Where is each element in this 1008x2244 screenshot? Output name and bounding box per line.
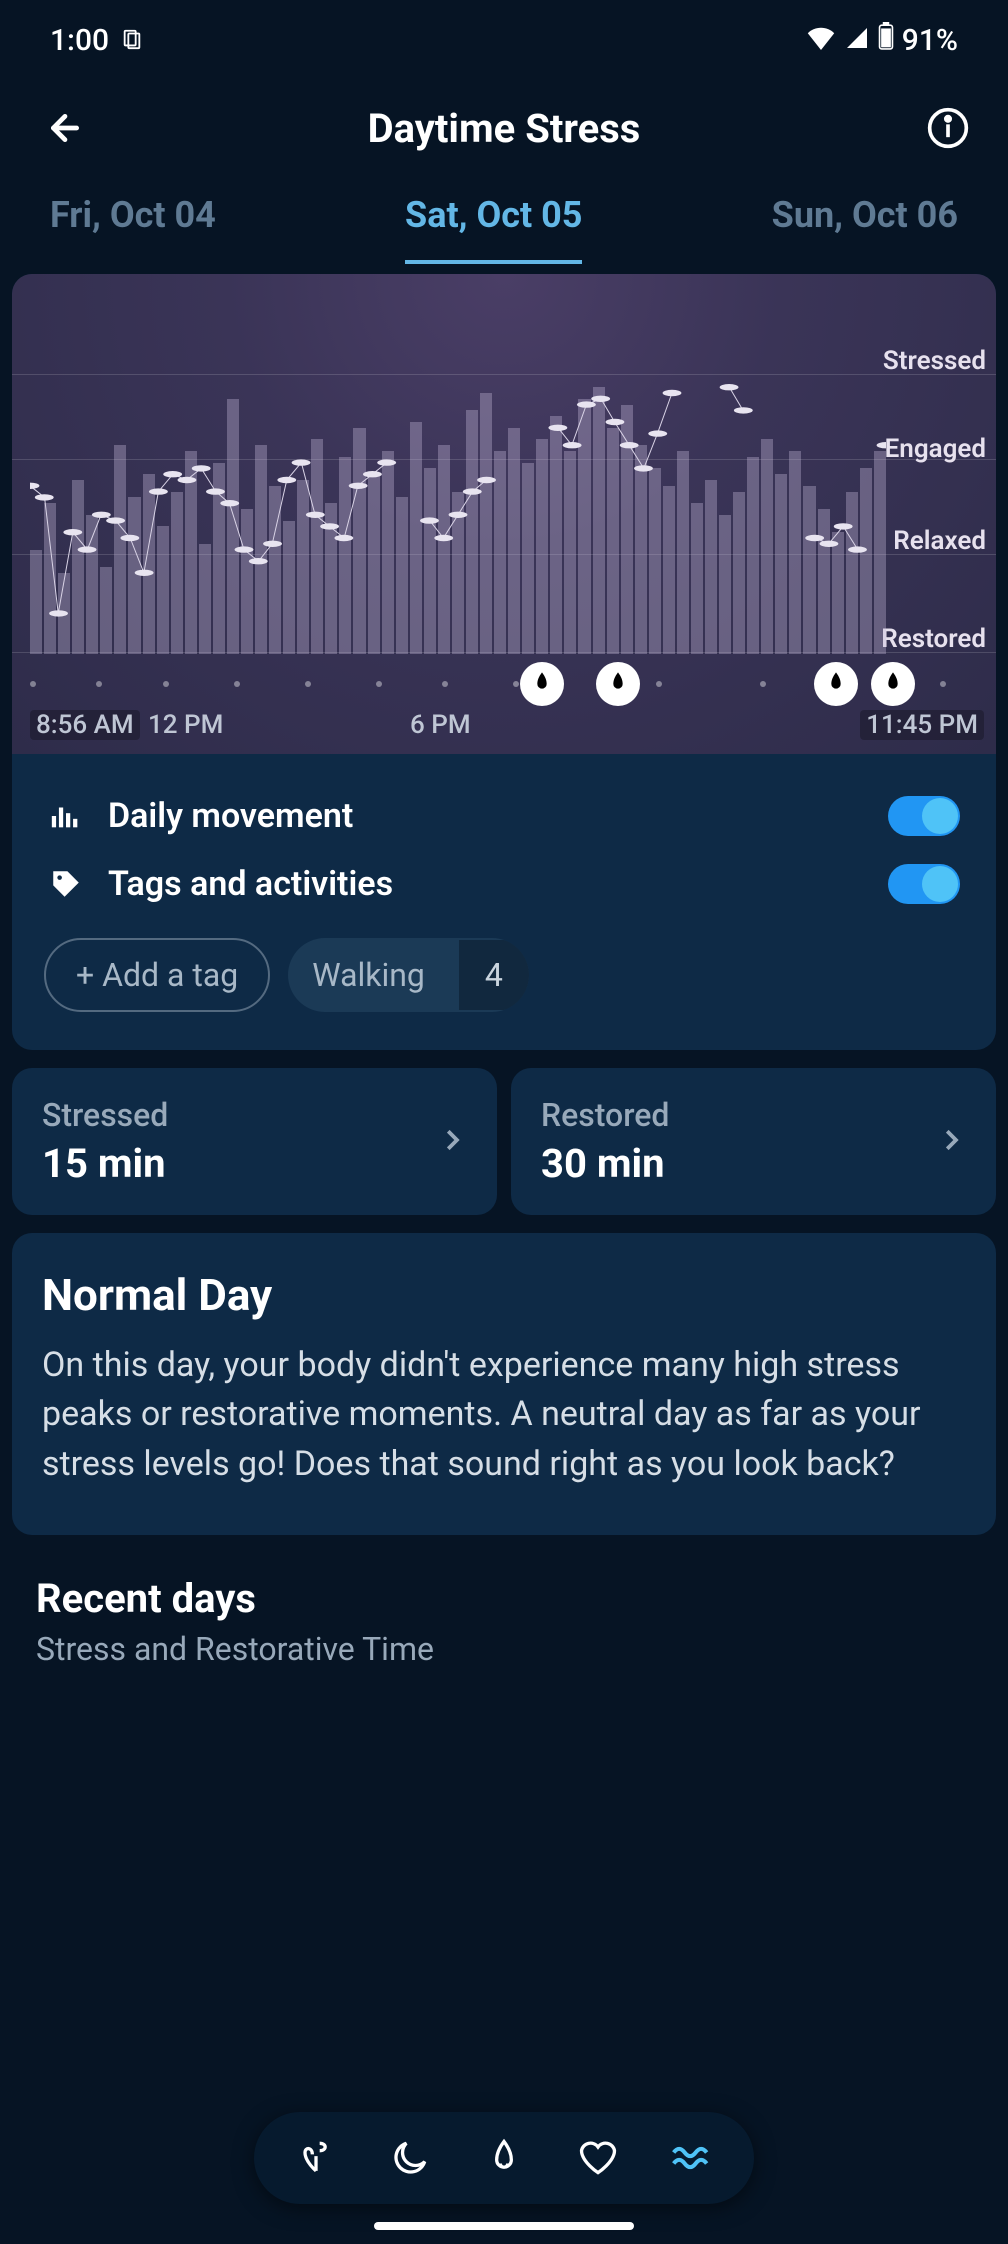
activity-markers-row	[30, 662, 978, 706]
flame-icon[interactable]	[814, 662, 858, 706]
flame-icon[interactable]	[871, 662, 915, 706]
add-tag-button[interactable]: + Add a tag	[44, 938, 270, 1012]
date-tab-prev[interactable]: Fri, Oct 04	[50, 184, 216, 264]
status-time: 1:00	[50, 23, 109, 58]
nav-sleep-icon[interactable]	[386, 2134, 434, 2182]
daily-movement-label: Daily movement	[108, 796, 353, 836]
page-title: Daytime Stress	[84, 105, 924, 152]
stress-chart[interactable]: Stressed Engaged Relaxed Restored 8:56 A…	[12, 274, 996, 754]
stressed-label: Stressed	[42, 1096, 168, 1134]
summary-row: Stressed 15 min Restored 30 min	[12, 1068, 996, 1215]
flame-icon[interactable]	[520, 662, 564, 706]
tag-icon	[48, 866, 84, 902]
battery-percent: 91%	[902, 23, 958, 58]
date-tab-current[interactable]: Sat, Oct 05	[405, 184, 582, 264]
tag-walking-count: 4	[459, 940, 529, 1010]
signal-icon	[844, 23, 870, 58]
header: Daytime Stress	[0, 80, 1008, 176]
battery-icon	[878, 22, 894, 58]
wifi-icon	[806, 23, 836, 58]
status-bar: 1:00 91%	[0, 0, 1008, 80]
notification-icon	[121, 23, 143, 58]
stressed-value: 15 min	[42, 1140, 168, 1187]
daily-movement-toggle[interactable]	[888, 796, 960, 836]
date-tab-next[interactable]: Sun, Oct 06	[772, 184, 958, 264]
daily-movement-row: Daily movement	[40, 782, 968, 850]
nav-stress-icon[interactable]	[668, 2134, 716, 2182]
nav-heart-icon[interactable]	[574, 2134, 622, 2182]
bottom-nav	[254, 2112, 754, 2204]
x-label-12pm: 12 PM	[142, 710, 229, 740]
stressed-card[interactable]: Stressed 15 min	[12, 1068, 497, 1215]
tag-walking-label: Walking	[288, 940, 449, 1010]
y-label-relaxed: Relaxed	[893, 526, 986, 556]
back-button[interactable]	[36, 104, 84, 152]
stress-line	[30, 364, 886, 654]
tags-label: Tags and activities	[108, 864, 393, 904]
x-label-start: 8:56 AM	[30, 710, 140, 740]
flame-icon[interactable]	[596, 662, 640, 706]
x-label-6pm: 6 PM	[404, 710, 477, 740]
y-label-stressed: Stressed	[883, 346, 986, 376]
restored-value: 30 min	[541, 1140, 669, 1187]
tag-chips: + Add a tag Walking 4	[40, 918, 968, 1022]
chart-controls: Daily movement Tags and activities + Add…	[12, 754, 996, 1050]
restored-label: Restored	[541, 1096, 669, 1134]
stress-chart-card: Stressed Engaged Relaxed Restored 8:56 A…	[12, 274, 996, 1050]
tags-toggle[interactable]	[888, 864, 960, 904]
recent-subtitle: Stress and Restorative Time	[36, 1630, 972, 1668]
y-label-restored: Restored	[881, 624, 986, 654]
recent-section: Recent days Stress and Restorative Time	[36, 1575, 972, 1668]
restored-card[interactable]: Restored 30 min	[511, 1068, 996, 1215]
y-label-engaged: Engaged	[885, 434, 986, 464]
recent-title: Recent days	[36, 1575, 972, 1622]
insight-body: On this day, your body didn't experience…	[42, 1341, 966, 1489]
tag-walking-chip[interactable]: Walking 4	[288, 938, 529, 1012]
nav-readiness-icon[interactable]	[292, 2134, 340, 2182]
chevron-right-icon	[437, 1125, 467, 1159]
insight-title: Normal Day	[42, 1269, 966, 1321]
chevron-right-icon	[936, 1125, 966, 1159]
home-indicator[interactable]	[374, 2222, 634, 2230]
bars-icon	[48, 798, 84, 834]
x-label-end: 11:45 PM	[860, 710, 984, 740]
info-button[interactable]	[924, 104, 972, 152]
date-tabs: Fri, Oct 04 Sat, Oct 05 Sun, Oct 06	[0, 184, 1008, 264]
x-axis-labels: 8:56 AM 12 PM 6 PM 11:45 PM	[12, 710, 996, 746]
tags-row: Tags and activities	[40, 850, 968, 918]
nav-activity-icon[interactable]	[480, 2134, 528, 2182]
insight-card: Normal Day On this day, your body didn't…	[12, 1233, 996, 1535]
